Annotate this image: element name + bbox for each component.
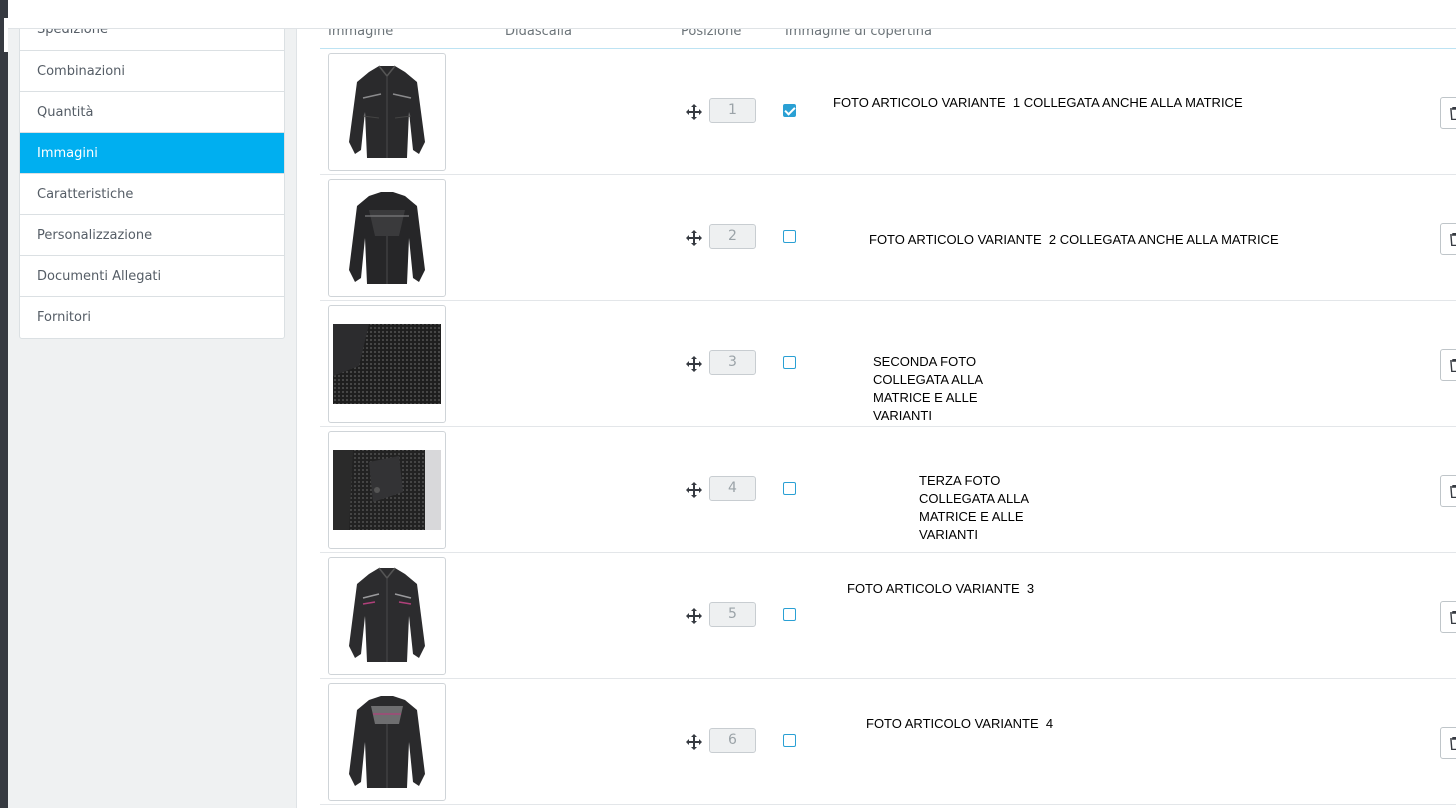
move-arrows-icon[interactable] — [686, 230, 702, 246]
image-annotation: TERZA FOTO COLLEGATA ALLA MATRICE E ALLE… — [919, 473, 1030, 542]
images-panel: Immagine Didascalia Posizione Immagine d… — [296, 0, 1456, 808]
nav-item-personalizzazione[interactable]: Personalizzazione — [20, 215, 284, 256]
nav-item-quantita[interactable]: Quantità — [20, 92, 284, 133]
trash-icon — [1450, 611, 1456, 624]
image-thumbnail[interactable] — [328, 557, 446, 675]
nav-item-fornitori[interactable]: Fornitori — [20, 297, 284, 338]
position-input[interactable]: 4 — [709, 476, 756, 501]
image-thumbnail[interactable] — [328, 431, 446, 549]
move-arrows-icon[interactable] — [686, 482, 702, 498]
cover-checkbox[interactable] — [783, 230, 796, 243]
trash-icon — [1450, 107, 1456, 120]
nav-item-documenti-allegati[interactable]: Documenti Allegati — [20, 256, 284, 297]
image-row: 4 TERZA FOTO COLLEGATA ALLA MATRICE E AL… — [320, 427, 1456, 553]
move-arrows-icon[interactable] — [686, 104, 702, 120]
position-input[interactable]: 5 — [709, 602, 756, 627]
app-sidebar-strip — [0, 0, 8, 808]
product-tabs-nav: Spedizione Combinazioni Quantità Immagin… — [19, 8, 285, 339]
move-arrows-icon[interactable] — [686, 608, 702, 624]
trash-icon — [1450, 359, 1456, 372]
image-annotation: SECONDA FOTO COLLEGATA ALLA MATRICE E AL… — [873, 354, 984, 423]
cover-checkbox[interactable] — [783, 608, 796, 621]
image-row: 5 FOTO ARTICOLO VARIANTE 3 — [320, 553, 1456, 679]
image-annotation: FOTO ARTICOLO VARIANTE 4 — [866, 716, 1054, 731]
image-row: 3 SECONDA FOTO COLLEGATA ALLA MATRICE E … — [320, 301, 1456, 427]
move-arrows-icon[interactable] — [686, 734, 702, 750]
cover-checkbox[interactable] — [783, 356, 796, 369]
position-input[interactable]: 1 — [709, 98, 756, 123]
cover-checkbox[interactable] — [783, 734, 796, 747]
delete-image-button[interactable] — [1440, 601, 1456, 633]
image-row: 6 FOTO ARTICOLO VARIANTE 4 — [320, 679, 1456, 805]
image-row: 1 FOTO ARTICOLO VARIANTE 1 COLLEGATA ANC… — [320, 49, 1456, 175]
image-thumbnail[interactable] — [328, 683, 446, 801]
delete-image-button[interactable] — [1440, 349, 1456, 381]
nav-item-combinazioni[interactable]: Combinazioni — [20, 51, 284, 92]
position-input[interactable]: 2 — [709, 224, 756, 249]
nav-item-caratteristiche[interactable]: Caratteristiche — [20, 174, 284, 215]
delete-image-button[interactable] — [1440, 223, 1456, 255]
image-annotation: FOTO ARTICOLO VARIANTE 2 COLLEGATA ANCHE… — [869, 232, 1279, 247]
position-input[interactable]: 6 — [709, 728, 756, 753]
cover-checkbox[interactable] — [783, 482, 796, 495]
image-thumbnail[interactable] — [328, 179, 446, 297]
image-row: 2 FOTO ARTICOLO VARIANTE 2 COLLEGATA ANC… — [320, 175, 1456, 301]
image-thumbnail[interactable] — [328, 53, 446, 171]
top-header-bar — [8, 0, 1456, 29]
nav-item-immagini[interactable]: Immagini — [20, 133, 284, 174]
trash-icon — [1450, 233, 1456, 246]
image-annotation: FOTO ARTICOLO VARIANTE 3 — [847, 581, 1035, 596]
image-annotation: FOTO ARTICOLO VARIANTE 1 COLLEGATA ANCHE… — [833, 95, 1243, 110]
position-input[interactable]: 3 — [709, 350, 756, 375]
delete-image-button[interactable] — [1440, 97, 1456, 129]
trash-icon — [1450, 485, 1456, 498]
move-arrows-icon[interactable] — [686, 356, 702, 372]
image-thumbnail[interactable] — [328, 305, 446, 423]
delete-image-button[interactable] — [1440, 727, 1456, 759]
cover-checkbox[interactable] — [783, 104, 796, 117]
trash-icon — [1450, 737, 1456, 750]
delete-image-button[interactable] — [1440, 475, 1456, 507]
